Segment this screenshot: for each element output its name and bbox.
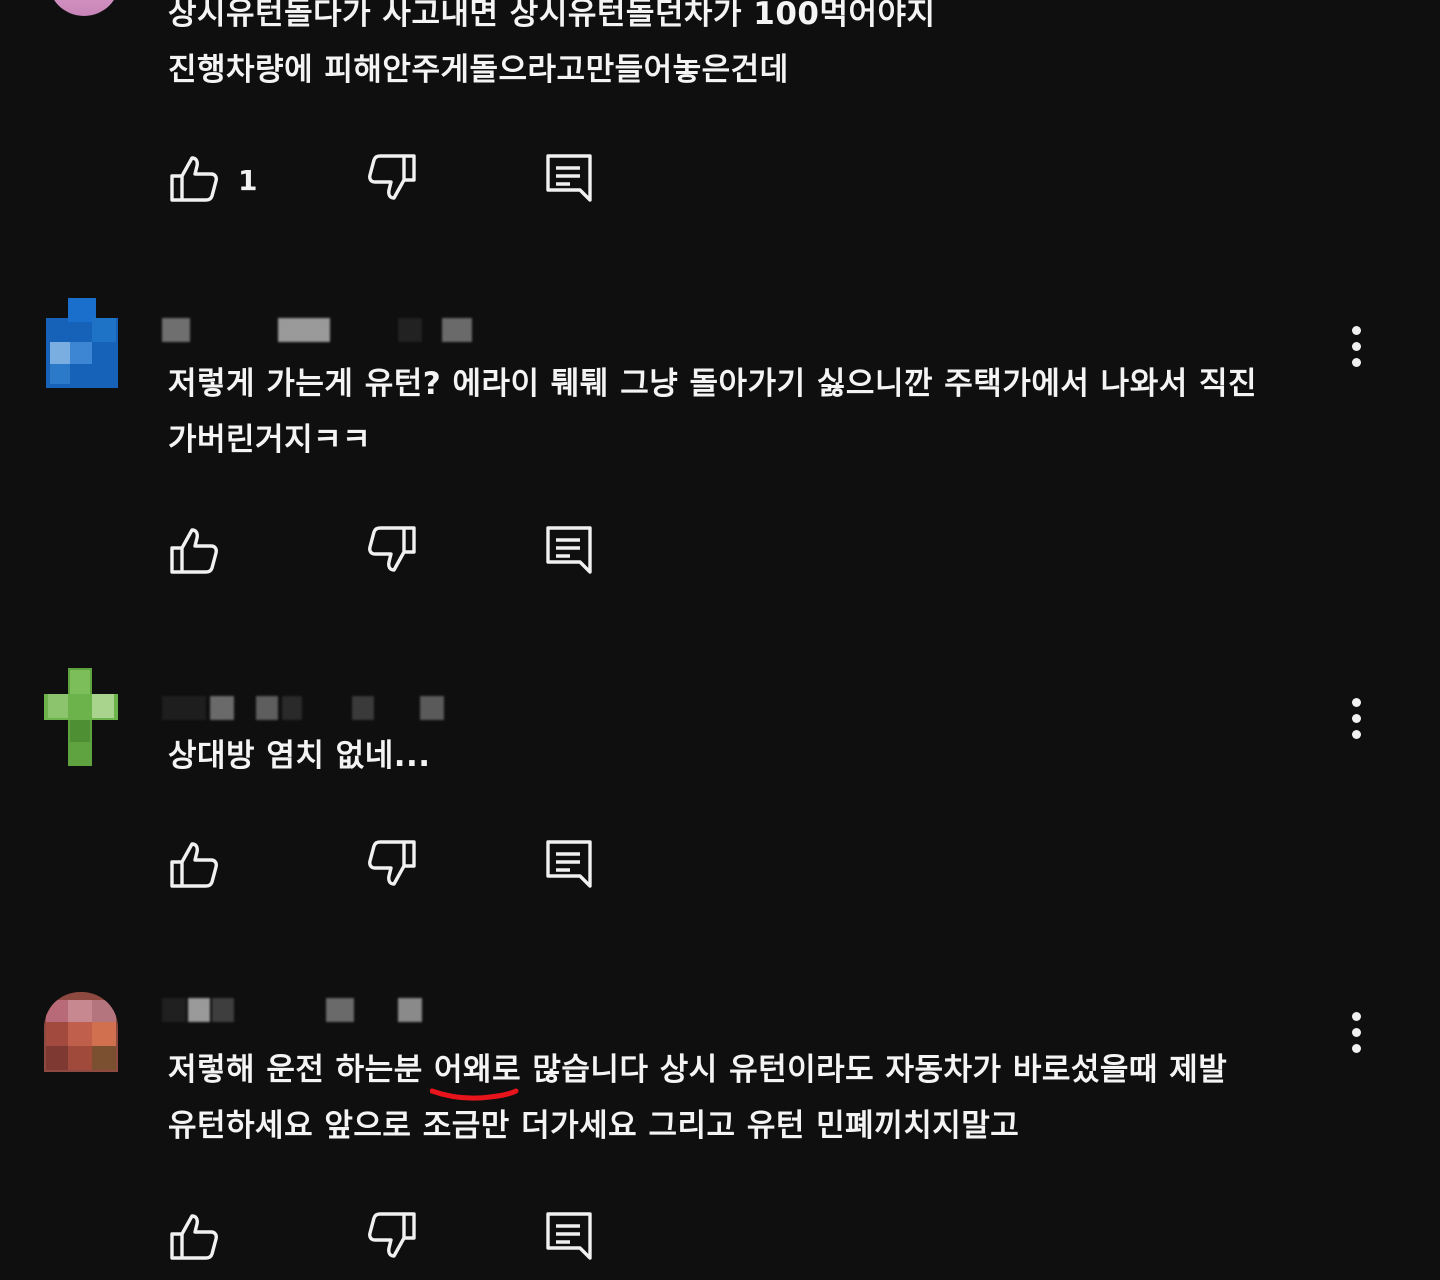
comment-actions xyxy=(168,524,608,580)
like-button[interactable] xyxy=(168,524,224,580)
thumbs-down-icon xyxy=(368,154,416,200)
like-button[interactable] xyxy=(168,1210,224,1266)
thumbs-up-icon xyxy=(170,842,218,888)
dislike-button[interactable] xyxy=(366,838,422,894)
avatar[interactable] xyxy=(46,298,118,390)
comment-text-line: 상대방 염치 없네... xyxy=(168,738,431,774)
like-button[interactable] xyxy=(168,838,224,894)
avatar[interactable] xyxy=(44,668,118,766)
red-underline-annotation xyxy=(430,1088,519,1101)
reply-comment-icon xyxy=(546,1212,592,1260)
comment-actions: 1 xyxy=(168,152,608,208)
avatar[interactable] xyxy=(44,992,118,1072)
reply-button[interactable] xyxy=(544,524,600,580)
thumbs-up-icon xyxy=(170,528,218,574)
avatar[interactable] xyxy=(48,0,120,16)
reply-comment-icon xyxy=(546,526,592,574)
reply-button[interactable] xyxy=(544,152,600,208)
more-options-button[interactable] xyxy=(1340,324,1374,372)
reply-button[interactable] xyxy=(544,1210,600,1266)
dislike-button[interactable] xyxy=(366,152,422,208)
comment-text-line: 저렇해 운전 하는분 어왜로 많습니다 상시 유턴이라도 자동차가 바로섰을때 … xyxy=(168,1052,1228,1088)
author-name-redacted[interactable] xyxy=(162,696,482,720)
thumbs-up-icon xyxy=(170,156,218,202)
like-count: 1 xyxy=(238,164,258,197)
comment-text-line: 가버린거지ㅋㅋ xyxy=(168,422,372,458)
more-options-button[interactable] xyxy=(1340,1010,1374,1058)
dislike-button[interactable] xyxy=(366,1210,422,1266)
comment-text-line: 상시유턴돌다가 사고내면 상시유턴돌던차가 100먹어야지 xyxy=(168,0,936,32)
comment-text-line: 진행차량에 피해안주게돌으라고만들어놓은건데 xyxy=(168,52,789,88)
thumbs-down-icon xyxy=(368,526,416,572)
thumbs-up-icon xyxy=(170,1214,218,1260)
like-button[interactable]: 1 xyxy=(168,152,257,208)
author-name-redacted[interactable] xyxy=(162,998,482,1022)
thumbs-down-icon xyxy=(368,840,416,886)
reply-comment-icon xyxy=(546,154,592,202)
comment-actions xyxy=(168,1210,608,1266)
reply-button[interactable] xyxy=(544,838,600,894)
dislike-button[interactable] xyxy=(366,524,422,580)
thumbs-down-icon xyxy=(368,1212,416,1258)
comment-text-line: 저렇게 가는게 유턴? 에라이 퉤퉤 그냥 돌아가기 싫으니깐 주택가에서 나와… xyxy=(168,366,1258,402)
comment-text-line: 유턴하세요 앞으로 조금만 더가세요 그리고 유턴 민폐끼치지말고 xyxy=(168,1108,1020,1144)
reply-comment-icon xyxy=(546,840,592,888)
more-options-button[interactable] xyxy=(1340,696,1374,744)
comment-actions xyxy=(168,838,608,894)
author-name-redacted[interactable] xyxy=(162,318,482,342)
